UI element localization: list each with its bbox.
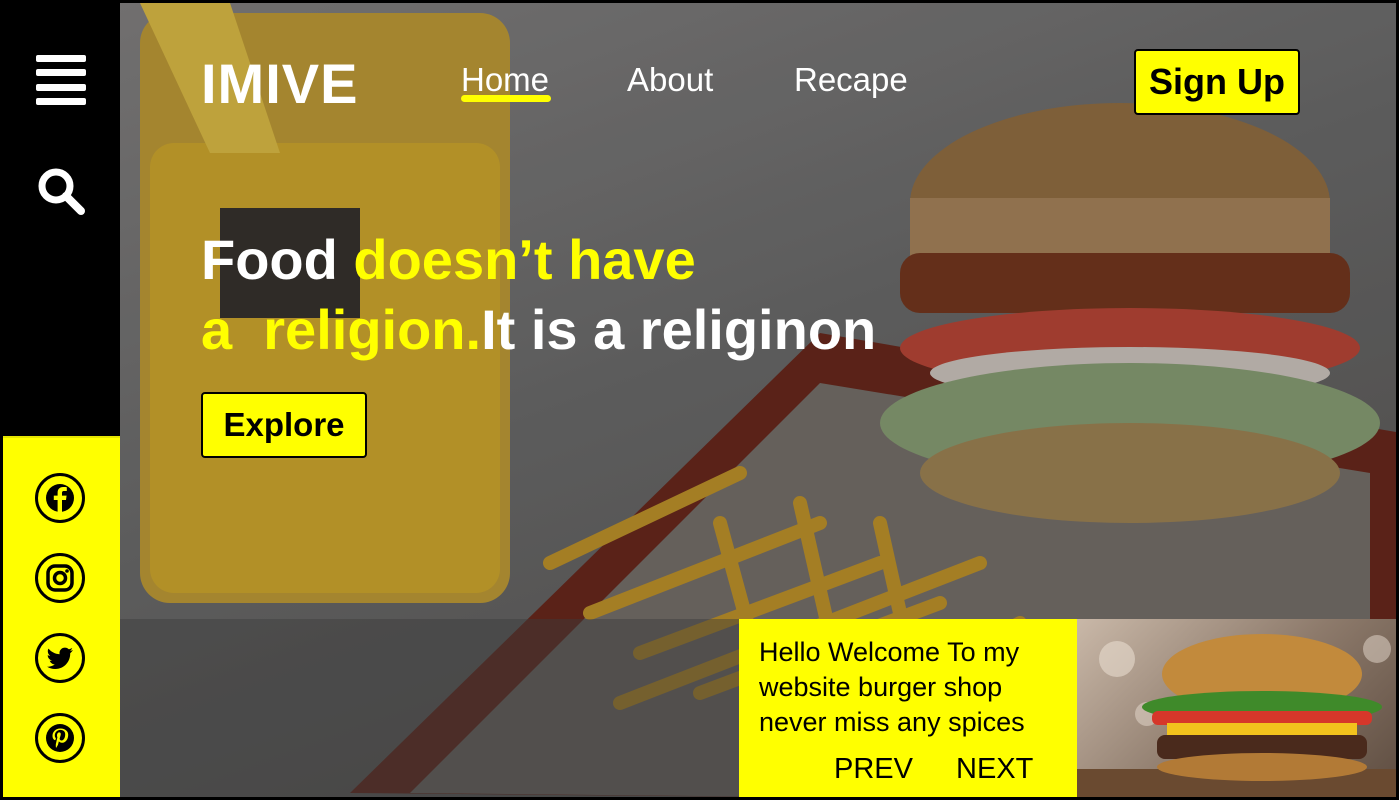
headline-line-1: Food doesn’t have: [201, 225, 876, 295]
menu-bar: [36, 69, 86, 77]
headline-text-yellow: doesn’t have: [353, 228, 696, 291]
brand-logo[interactable]: IMIVE: [201, 51, 358, 116]
welcome-card: Hello Welcome To my website burger shop …: [739, 619, 1077, 797]
hero-headline: Food doesn’t have a religion.It is a rel…: [201, 225, 876, 365]
headline-text-white: It is a religinon: [481, 298, 877, 361]
headline-text-white: Food: [201, 228, 354, 291]
sign-up-button[interactable]: Sign Up: [1134, 49, 1300, 115]
pinterest-icon[interactable]: [35, 713, 85, 763]
hamburger-menu-icon[interactable]: [36, 55, 86, 105]
search-icon[interactable]: [35, 165, 87, 217]
sidebar-nav: [3, 3, 120, 436]
facebook-icon[interactable]: [35, 473, 85, 523]
burger-thumbnail-image: [1077, 619, 1396, 797]
menu-bar: [36, 97, 86, 105]
menu-bar: [36, 83, 86, 91]
next-button[interactable]: NEXT: [956, 753, 1033, 786]
nav-home[interactable]: Home: [461, 61, 549, 99]
menu-bar: [36, 55, 86, 62]
instagram-icon[interactable]: [35, 553, 85, 603]
nav-recape[interactable]: Recape: [794, 61, 908, 99]
page-frame: IMIVE Home About Recape Sign Up Food doe…: [0, 0, 1399, 800]
headline-text-yellow: a religion.: [201, 298, 482, 361]
twitter-icon[interactable]: [35, 633, 85, 683]
nav-active-indicator: [461, 95, 551, 102]
explore-button[interactable]: Explore: [201, 392, 367, 458]
social-links-panel: [3, 436, 120, 797]
nav-about[interactable]: About: [627, 61, 713, 99]
prev-button[interactable]: PREV: [834, 753, 913, 786]
headline-line-2: a religion.It is a religinon: [201, 295, 876, 365]
welcome-text: Hello Welcome To my website burger shop …: [759, 637, 1025, 737]
